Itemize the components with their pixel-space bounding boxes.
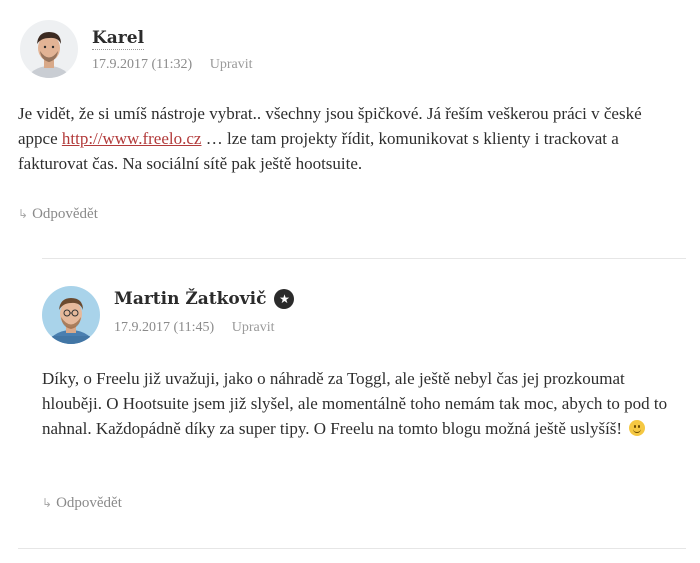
divider xyxy=(18,548,686,549)
comment-text: Je vidět, že si umíš nástroje vybrat.. v… xyxy=(18,101,683,176)
reply-arrow-icon: ↳ xyxy=(18,207,29,221)
comment-date[interactable]: 17.9.2017 (11:45) xyxy=(114,320,214,335)
edit-link[interactable]: Upravit xyxy=(232,320,275,335)
comment-author[interactable]: Karel xyxy=(92,28,145,50)
avatar[interactable] xyxy=(20,20,78,78)
reply-button[interactable]: ↳ Odpovědět xyxy=(42,495,122,512)
comment-date[interactable]: 17.9.2017 (11:32) xyxy=(92,57,192,72)
avatar[interactable] xyxy=(42,286,100,344)
comment-text: Díky, o Freelu již uvažuji, jako o náhra… xyxy=(42,366,682,441)
comment-meta: 17.9.2017 (11:32) Upravit xyxy=(92,57,252,73)
comment-meta: 17.9.2017 (11:45) Upravit xyxy=(114,320,274,336)
author-name[interactable]: Martin Žatkovič xyxy=(114,289,266,309)
freelo-link[interactable]: http://www.freelo.cz xyxy=(62,129,202,148)
edit-link[interactable]: Upravit xyxy=(210,57,253,72)
reply-label: Odpovědět xyxy=(32,206,98,222)
avatar-karel-icon xyxy=(20,20,78,78)
comment-karel: Karel 17.9.2017 (11:32) Upravit Je vidět… xyxy=(0,0,700,250)
smile-emoji-icon xyxy=(629,420,646,436)
avatar-martin-icon xyxy=(42,286,100,344)
reply-arrow-icon: ↳ xyxy=(42,496,53,510)
star-icon: ★ xyxy=(274,289,295,309)
reply-button[interactable]: ↳ Odpovědět xyxy=(18,206,98,223)
author-name[interactable]: Karel xyxy=(92,28,145,50)
comment-text-part: Díky, o Freelu již uvažuji, jako o náhra… xyxy=(42,369,668,438)
comment-author[interactable]: Martin Žatkovič ★ xyxy=(114,289,295,309)
reply-label: Odpovědět xyxy=(56,495,122,511)
comment-martin: Martin Žatkovič ★ 17.9.2017 (11:45) Upra… xyxy=(42,258,686,548)
